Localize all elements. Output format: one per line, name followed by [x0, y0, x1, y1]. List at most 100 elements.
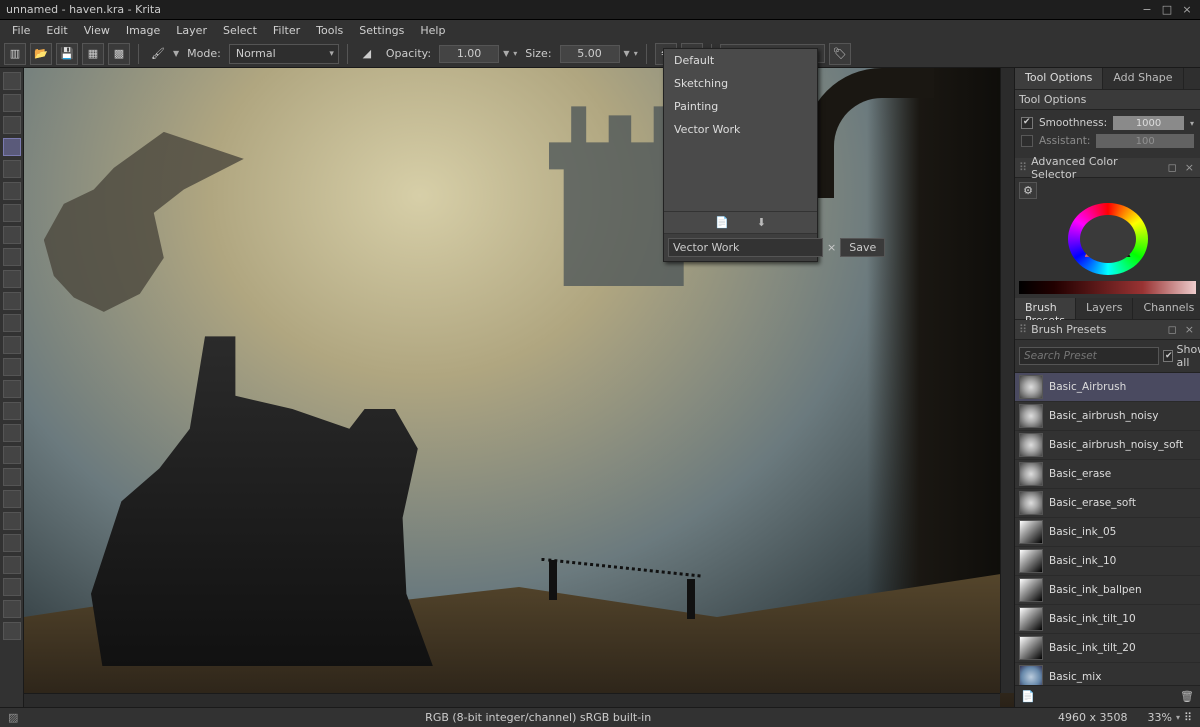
pattern-b-icon[interactable]: ▩: [108, 43, 130, 65]
brush-item[interactable]: Basic_airbrush_noisy: [1015, 402, 1200, 431]
chevron-down-icon[interactable]: ▼: [503, 49, 509, 58]
brush-search-input[interactable]: [1019, 347, 1159, 365]
panel-close-icon[interactable]: ×: [1183, 161, 1196, 174]
canvas[interactable]: [24, 68, 1014, 707]
assistant-checkbox[interactable]: [1021, 135, 1033, 147]
canvas-vertical-scrollbar[interactable]: [1000, 68, 1014, 693]
brush-item[interactable]: Basic_ink_tilt_20: [1015, 634, 1200, 663]
popup-doc-icon[interactable]: 📄: [715, 216, 729, 229]
brush-item[interactable]: Basic_erase_soft: [1015, 489, 1200, 518]
menu-layer[interactable]: Layer: [168, 22, 215, 39]
panel-float-icon[interactable]: ◻: [1166, 161, 1179, 174]
brush-list[interactable]: Basic_AirbrushBasic_airbrush_noisyBasic_…: [1015, 373, 1200, 685]
color-triangle[interactable]: [1085, 217, 1131, 257]
palette-option[interactable]: Sketching: [664, 72, 817, 95]
tool-pan[interactable]: [3, 468, 21, 486]
brush-item[interactable]: Basic_airbrush_noisy_soft: [1015, 431, 1200, 460]
size-input[interactable]: 5.00: [560, 45, 620, 63]
tool-poly[interactable]: [3, 226, 21, 244]
tool-pattern[interactable]: [3, 314, 21, 332]
tool-rect[interactable]: [3, 182, 21, 200]
menu-view[interactable]: View: [76, 22, 118, 39]
menu-settings[interactable]: Settings: [351, 22, 412, 39]
tool-move[interactable]: [3, 72, 21, 90]
tool-measure[interactable]: [3, 424, 21, 442]
smoothness-slider[interactable]: 1000: [1113, 116, 1184, 130]
brush-item[interactable]: Basic_mix: [1015, 663, 1200, 685]
tool-select-contig[interactable]: [3, 600, 21, 618]
brush-item[interactable]: Basic_ink_ballpen: [1015, 576, 1200, 605]
assistant-slider[interactable]: 100: [1096, 134, 1194, 148]
tool-ellipse[interactable]: [3, 204, 21, 222]
tool-clone[interactable]: [3, 402, 21, 420]
show-all-checkbox[interactable]: [1163, 350, 1173, 362]
chevron-down-icon[interactable]: ▾: [513, 49, 517, 58]
open-doc-icon[interactable]: 📂: [30, 43, 52, 65]
brush-item[interactable]: Basic_ink_05: [1015, 518, 1200, 547]
brush-item[interactable]: Basic_ink_10: [1015, 547, 1200, 576]
palette-option[interactable]: Vector Work: [664, 118, 817, 141]
menu-filter[interactable]: Filter: [265, 22, 308, 39]
panel-close-icon[interactable]: ×: [1183, 323, 1196, 336]
clear-input-icon[interactable]: ×: [827, 241, 836, 254]
tool-select-color[interactable]: [3, 622, 21, 640]
canvas-horizontal-scrollbar[interactable]: [24, 693, 1000, 707]
tab-add-shape[interactable]: Add Shape: [1103, 68, 1183, 89]
tab-channels[interactable]: Channels: [1133, 298, 1200, 319]
chevron-down-icon[interactable]: ▼: [173, 49, 179, 58]
palette-save-button[interactable]: Save: [840, 238, 885, 257]
delete-brush-icon[interactable]: 🗑: [1180, 690, 1194, 703]
chevron-down-icon[interactable]: ▼: [624, 49, 630, 58]
pattern-a-icon[interactable]: ▦: [82, 43, 104, 65]
palette-option[interactable]: Painting: [664, 95, 817, 118]
menu-select[interactable]: Select: [215, 22, 265, 39]
grip-icon[interactable]: ⠿: [1019, 161, 1027, 174]
grip-icon[interactable]: ⠿: [1019, 323, 1027, 336]
tool-select-free[interactable]: [3, 578, 21, 596]
tool-freehand[interactable]: [3, 138, 21, 156]
tool-select-rect[interactable]: [3, 512, 21, 530]
palette-option[interactable]: Default: [664, 49, 817, 72]
tool-bezier[interactable]: [3, 248, 21, 266]
tool-text[interactable]: [3, 270, 21, 288]
window-close-icon[interactable]: ×: [1180, 3, 1194, 17]
tool-line[interactable]: [3, 160, 21, 178]
tool-assist[interactable]: [3, 490, 21, 508]
popup-download-icon[interactable]: ⬇: [757, 216, 766, 229]
eraser-toggle-icon[interactable]: ◢: [356, 43, 378, 65]
tool-gradient[interactable]: [3, 292, 21, 310]
tool-select-poly[interactable]: [3, 556, 21, 574]
tool-zoom[interactable]: [3, 446, 21, 464]
menu-tools[interactable]: Tools: [308, 22, 351, 39]
palette-dropdown-icon[interactable]: 🏷: [829, 43, 851, 65]
brush-item[interactable]: Basic_Airbrush: [1015, 373, 1200, 402]
chevron-down-icon[interactable]: ▾: [1190, 119, 1194, 128]
save-doc-icon[interactable]: 💾: [56, 43, 78, 65]
tool-fill[interactable]: [3, 336, 21, 354]
opacity-input[interactable]: 1.00: [439, 45, 499, 63]
tool-smudge[interactable]: [3, 380, 21, 398]
menu-file[interactable]: File: [4, 22, 38, 39]
blend-mode-dropdown[interactable]: Normal: [229, 44, 339, 64]
window-maximize-icon[interactable]: □: [1160, 3, 1174, 17]
new-doc-icon[interactable]: ▥: [4, 43, 26, 65]
tool-picker[interactable]: [3, 358, 21, 376]
tool-select-ellipse[interactable]: [3, 534, 21, 552]
brush-item[interactable]: Basic_ink_tilt_10: [1015, 605, 1200, 634]
tab-brush-presets[interactable]: Brush Presets: [1015, 298, 1076, 319]
smoothness-checkbox[interactable]: [1021, 117, 1033, 129]
chevron-down-icon[interactable]: ▾: [634, 49, 638, 58]
tool-transform[interactable]: [3, 94, 21, 112]
brush-item[interactable]: Basic_erase: [1015, 460, 1200, 489]
palette-name-input[interactable]: [668, 238, 823, 257]
new-brush-icon[interactable]: 📄: [1021, 690, 1035, 703]
tool-crop[interactable]: [3, 116, 21, 134]
chevron-down-icon[interactable]: ▾: [1176, 713, 1180, 722]
tab-tool-options[interactable]: Tool Options: [1015, 68, 1103, 89]
tab-layers[interactable]: Layers: [1076, 298, 1133, 319]
window-minimize-icon[interactable]: −: [1140, 3, 1154, 17]
color-config-icon[interactable]: ⚙: [1019, 182, 1037, 199]
color-wheel[interactable]: [1068, 203, 1148, 276]
zoom-grip-icon[interactable]: ⠿: [1184, 711, 1192, 724]
menu-edit[interactable]: Edit: [38, 22, 75, 39]
